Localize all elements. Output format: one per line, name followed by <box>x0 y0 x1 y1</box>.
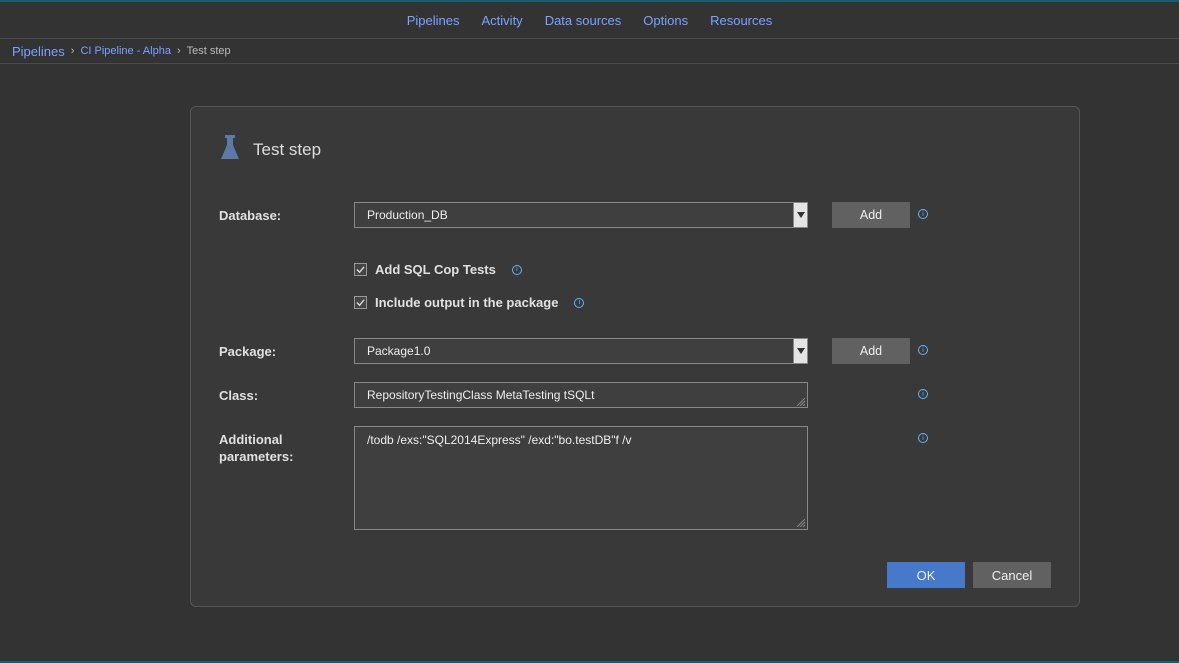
row-additional: Additional parameters: <box>219 426 1051 533</box>
add-package-button[interactable]: Add <box>832 338 910 364</box>
breadcrumb-ci-pipeline[interactable]: CI Pipeline - Alpha <box>80 45 171 57</box>
footer-buttons: OK Cancel <box>887 562 1051 588</box>
info-icon[interactable] <box>918 389 928 399</box>
top-nav: Pipelines Activity Data sources Options … <box>0 2 1179 39</box>
dropdown-arrow-icon[interactable] <box>793 203 807 227</box>
add-database-button[interactable]: Add <box>832 202 910 228</box>
label-database: Database: <box>219 202 354 223</box>
info-icon[interactable] <box>512 265 522 275</box>
flask-icon <box>219 135 241 164</box>
breadcrumb-current: Test step <box>187 45 231 57</box>
info-icon[interactable] <box>918 209 928 219</box>
row-sqlcop: Add SQL Cop Tests <box>354 262 1051 277</box>
nav-pipelines[interactable]: Pipelines <box>407 13 460 28</box>
class-input[interactable] <box>354 382 808 408</box>
ok-button[interactable]: OK <box>887 562 965 588</box>
info-icon[interactable] <box>918 433 928 443</box>
package-value: Package1.0 <box>355 344 793 358</box>
nav-activity[interactable]: Activity <box>482 13 523 28</box>
panel-header: Test step <box>219 135 1051 164</box>
chevron-right-icon: › <box>71 45 75 57</box>
nav-resources[interactable]: Resources <box>710 13 772 28</box>
include-output-label: Include output in the package <box>375 295 558 310</box>
test-step-panel: Test step Database: Production_DB Add Ad… <box>190 106 1080 607</box>
chevron-right-icon: › <box>177 45 181 57</box>
cancel-button[interactable]: Cancel <box>973 562 1051 588</box>
additional-parameters-textarea[interactable] <box>354 426 808 530</box>
sqlcop-checkbox[interactable] <box>354 263 367 276</box>
dropdown-arrow-icon[interactable] <box>793 339 807 363</box>
include-output-checkbox[interactable] <box>354 296 367 309</box>
breadcrumb: Pipelines › CI Pipeline - Alpha › Test s… <box>0 39 1179 64</box>
nav-options[interactable]: Options <box>643 13 688 28</box>
row-class: Class: <box>219 382 1051 408</box>
label-additional: Additional parameters: <box>219 426 354 466</box>
sqlcop-label: Add SQL Cop Tests <box>375 262 496 277</box>
info-icon[interactable] <box>918 345 928 355</box>
row-include-output: Include output in the package <box>354 295 1051 310</box>
nav-data-sources[interactable]: Data sources <box>545 13 622 28</box>
breadcrumb-pipelines[interactable]: Pipelines <box>12 44 65 59</box>
package-select[interactable]: Package1.0 <box>354 338 808 364</box>
database-select[interactable]: Production_DB <box>354 202 808 228</box>
label-package: Package: <box>219 338 354 359</box>
label-class: Class: <box>219 382 354 403</box>
panel-title: Test step <box>253 140 321 160</box>
database-value: Production_DB <box>355 208 793 222</box>
row-package: Package: Package1.0 Add <box>219 338 1051 364</box>
row-database: Database: Production_DB Add <box>219 202 1051 228</box>
info-icon[interactable] <box>574 298 584 308</box>
